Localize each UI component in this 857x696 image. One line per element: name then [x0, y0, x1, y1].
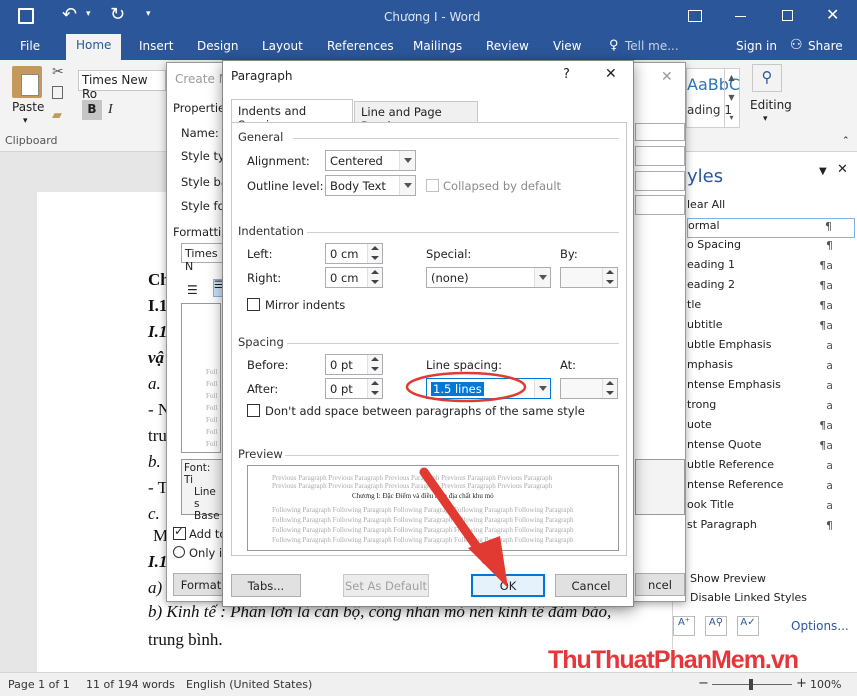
zoom-slider-thumb[interactable] — [749, 679, 753, 690]
status-bar: Page 1 of 1 11 of 194 words English (Uni… — [0, 672, 857, 696]
annotation-overlay — [405, 371, 527, 588]
annotation-ellipse — [405, 371, 527, 403]
language-status[interactable]: English (United States) — [186, 678, 312, 691]
word-count[interactable]: 11 of 194 words — [86, 678, 175, 691]
zoom-level[interactable]: 100% — [810, 678, 841, 691]
watermark: ThuThuatPhanMem.vn — [548, 646, 799, 674]
page-count[interactable]: Page 1 of 1 — [8, 678, 70, 691]
zoom-plus-icon[interactable]: + — [796, 676, 807, 691]
zoom-minus-icon[interactable]: − — [698, 676, 709, 691]
